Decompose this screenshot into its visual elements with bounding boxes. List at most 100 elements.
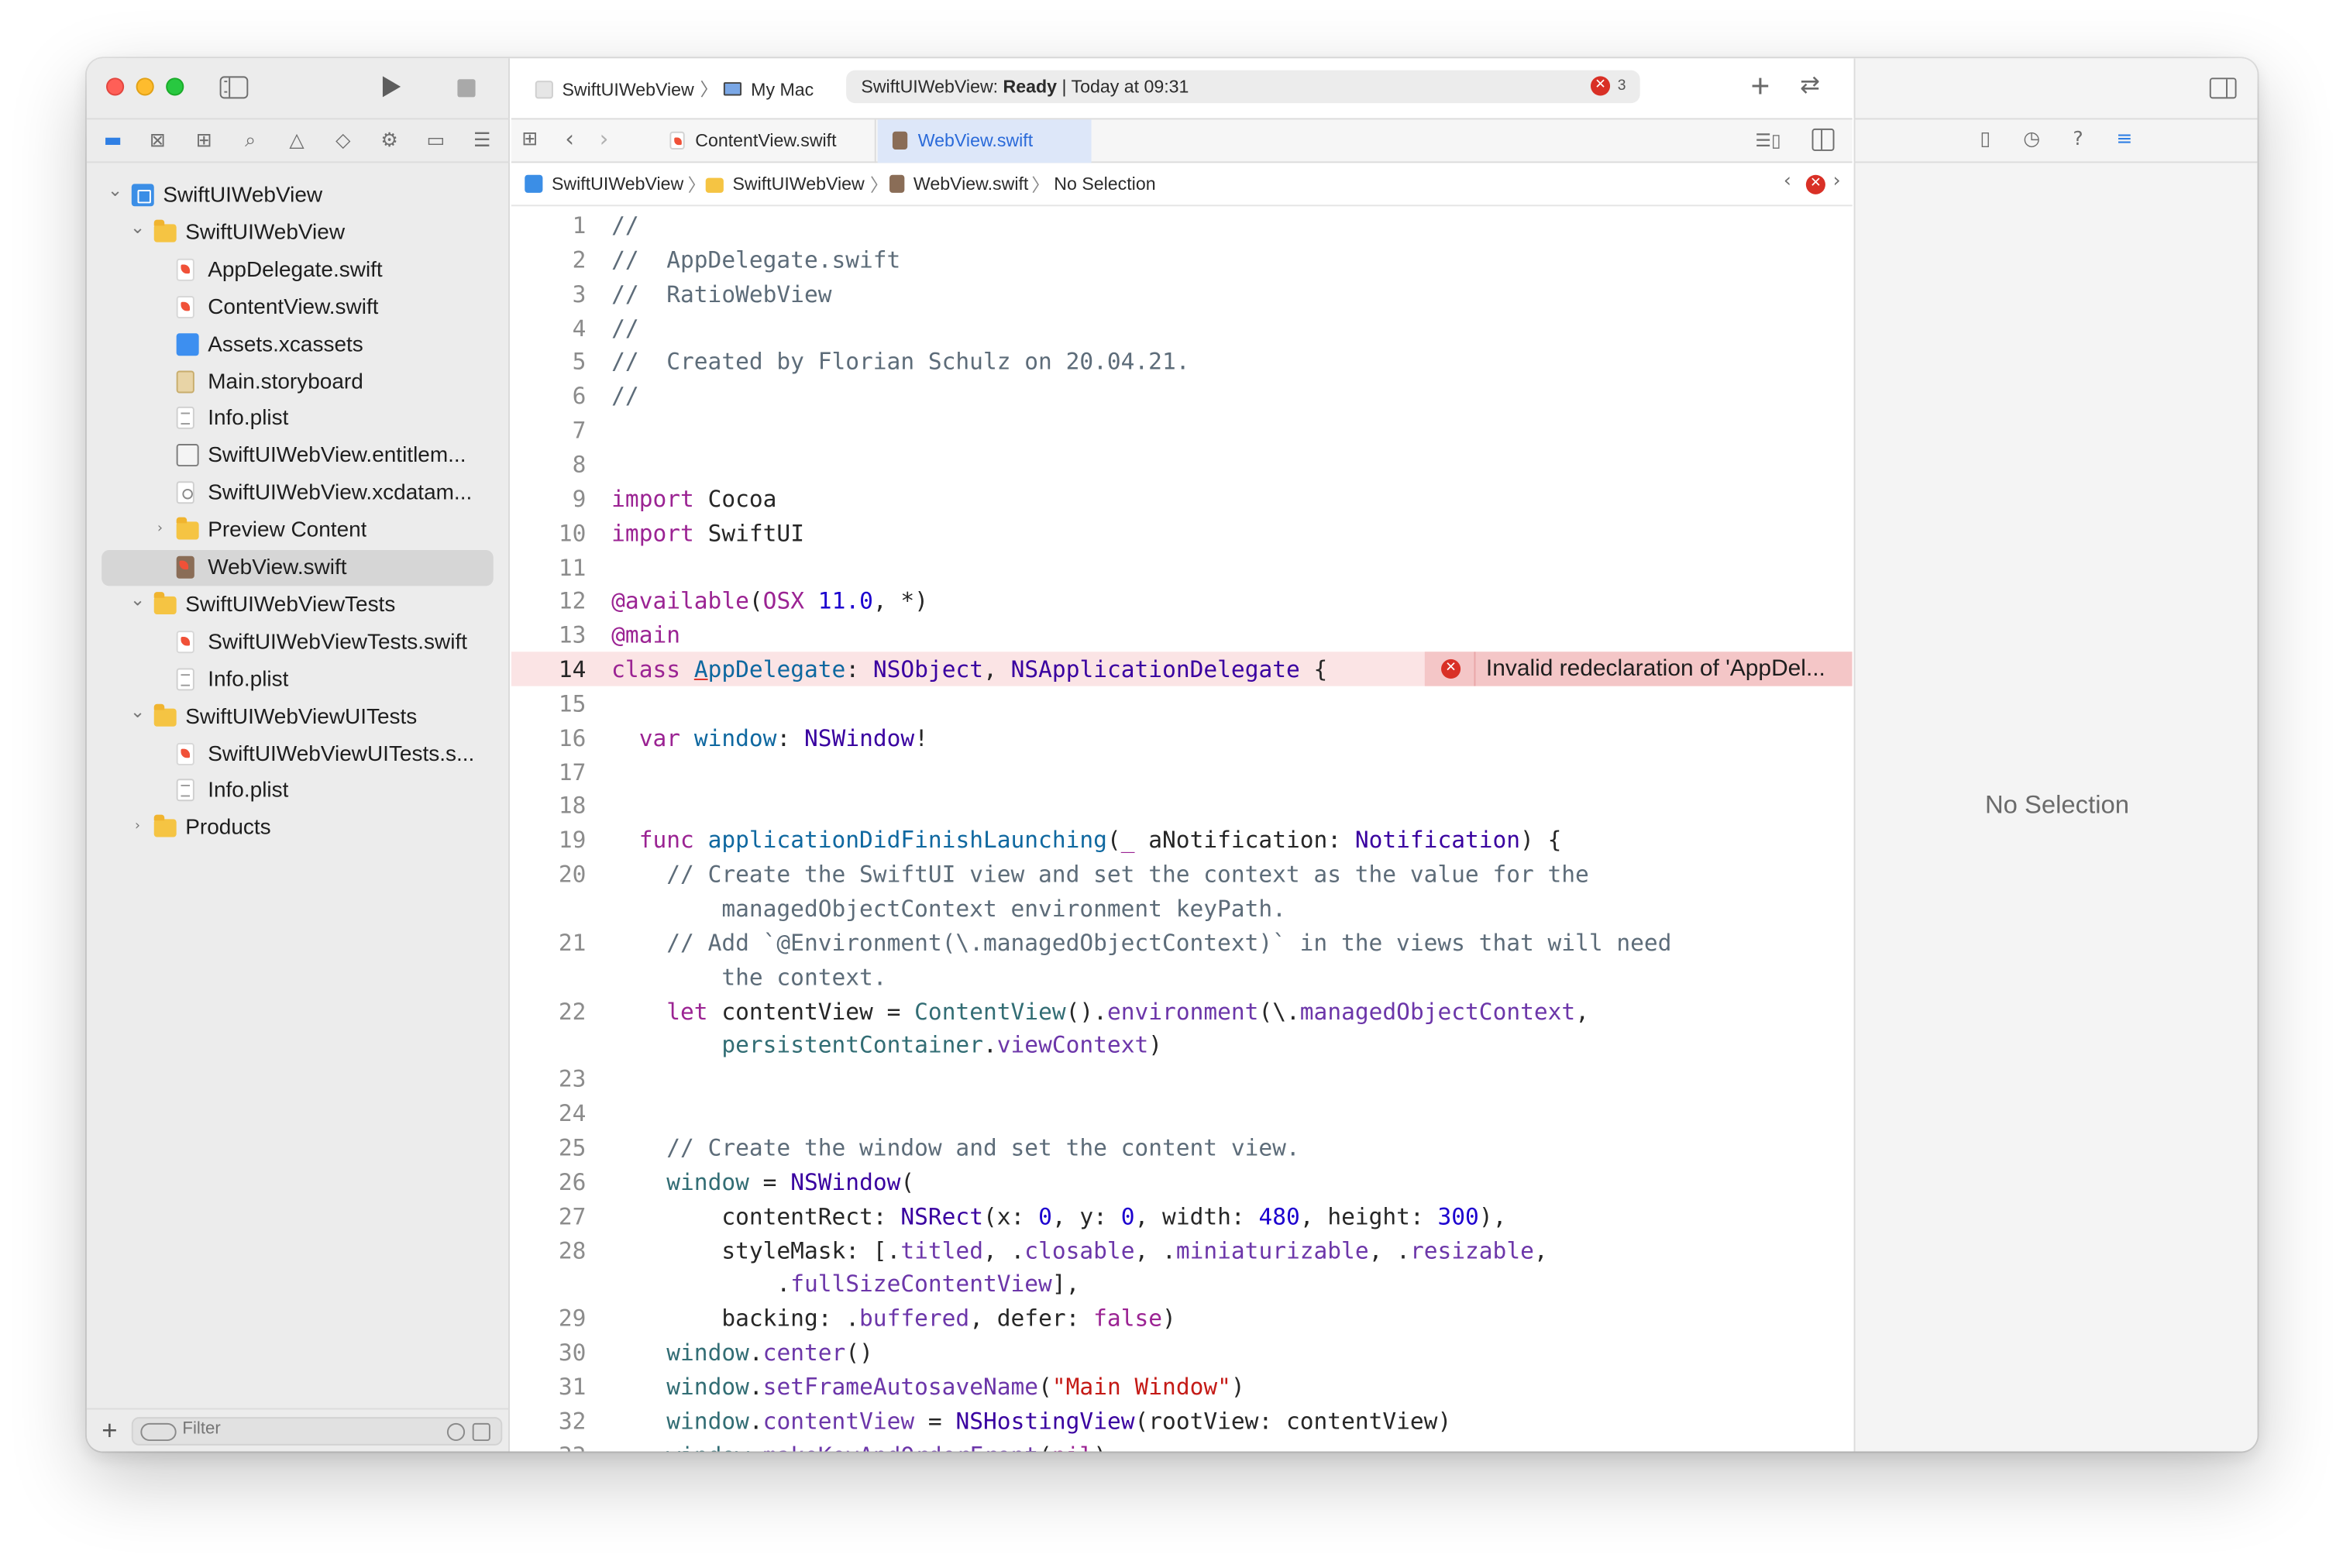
code-token: ppDelegate	[707, 656, 846, 683]
code-review-icon[interactable]: ⇄	[1800, 70, 1820, 99]
debug-icon[interactable]: ⚙	[377, 129, 402, 154]
scheme-selector[interactable]: SwiftUIWebView 〉 My Mac	[535, 76, 814, 101]
tree-item[interactable]: WebView.swift	[101, 550, 494, 586]
recent-files-icon[interactable]	[446, 1422, 466, 1442]
sidebar-toggle-icon[interactable]	[219, 76, 249, 99]
code-line: @main	[611, 619, 680, 653]
code-token: ()	[845, 1339, 873, 1367]
next-issue-icon[interactable]: ›	[1833, 170, 1841, 193]
code-token: .	[748, 1339, 763, 1367]
code-token: Notification	[1354, 827, 1521, 854]
file-inspector-icon[interactable]: ▯	[1973, 129, 1997, 153]
tree-item-label: SwiftUIWebViewTests.swift	[208, 630, 467, 655]
tab-webview[interactable]: WebView.swift	[877, 119, 1092, 163]
tree-item[interactable]: › Preview Content	[101, 513, 494, 548]
tab-contentview[interactable]: ContentView.swift	[655, 119, 876, 163]
previous-issue-icon[interactable]: ‹	[1784, 170, 1791, 193]
tree-item-label: Main.storyboard	[208, 370, 363, 394]
jump-bar-selection[interactable]: No Selection	[1054, 174, 1155, 196]
jump-bar-folder[interactable]: SwiftUIWebView	[705, 174, 865, 196]
navigate-forward-icon[interactable]: ›	[600, 126, 609, 153]
test-icon[interactable]: ◇	[330, 129, 356, 154]
chevron-right-icon[interactable]: ›	[153, 522, 167, 537]
minimize-window-button[interactable]	[136, 77, 154, 96]
library-button[interactable]: +	[1750, 67, 1770, 106]
source-editor[interactable]: 1 // 2 // AppDelegate.swift 3 // RatioWebView…	[511, 208, 1853, 1452]
tree-item[interactable]: SwiftUIWebView.xcdatam...	[101, 476, 494, 511]
data-model-icon	[176, 481, 194, 504]
jump-bar-project-label: SwiftUIWebView	[551, 173, 684, 194]
tree-item[interactable]: SwiftUIWebViewTests.swift	[101, 624, 494, 660]
close-window-button[interactable]	[105, 77, 125, 96]
code-token: managedObjectContext environment keyPath…	[611, 895, 1286, 923]
jump-bar-file[interactable]: WebView.swift	[889, 174, 1028, 196]
tree-item[interactable]: AppDelegate.swift	[101, 253, 494, 288]
zoom-window-button[interactable]	[166, 77, 184, 96]
chevron-down-icon[interactable]: ⌄	[108, 181, 122, 198]
folder-icon[interactable]: ▬	[100, 129, 126, 154]
tree-item[interactable]: Info.plist	[101, 401, 494, 437]
jump-bar-project[interactable]: SwiftUIWebView	[525, 174, 683, 196]
error-divider	[1474, 652, 1476, 686]
editor-options-icon[interactable]: ☰▯	[1755, 130, 1784, 151]
attributes-inspector-icon[interactable]: ≡	[2112, 129, 2136, 153]
history-inspector-icon[interactable]: ◷	[2020, 129, 2044, 153]
report-icon[interactable]: ☰	[470, 129, 495, 154]
chevron-down-icon[interactable]: ⌄	[130, 218, 145, 236]
code-line: import SwiftUI	[611, 517, 804, 551]
navigate-back-icon[interactable]: ‹	[565, 126, 574, 153]
inspector-selector-bar: ▯ ◷ ? ≡	[1855, 118, 2258, 163]
run-destination[interactable]: My Mac	[751, 79, 814, 100]
find-icon[interactable]: ⌕	[238, 129, 263, 154]
add-file-button[interactable]: +	[101, 1414, 117, 1446]
issue-icon[interactable]: △	[284, 129, 310, 154]
tree-item[interactable]: › Products	[101, 810, 494, 846]
symbol-icon[interactable]: ⊞	[191, 129, 217, 154]
folder-icon	[153, 815, 177, 838]
source-control-icon[interactable]: ⊠	[145, 129, 170, 154]
tree-item[interactable]: ⌄ SwiftUIWebViewTests	[101, 587, 494, 623]
chevron-right-icon[interactable]: ›	[130, 820, 145, 834]
tree-item[interactable]: ⌄ SwiftUIWebView	[101, 178, 494, 214]
error-icon[interactable]: ✕	[1590, 76, 1611, 96]
help-inspector-icon[interactable]: ?	[2066, 129, 2090, 153]
tree-item[interactable]: Main.storyboard	[101, 364, 494, 400]
line-number: 22	[558, 998, 587, 1025]
filter-input[interactable]	[182, 1420, 407, 1439]
tree-item-label: Info.plist	[208, 407, 289, 432]
chevron-down-icon[interactable]: ⌄	[130, 590, 145, 608]
run-button[interactable]	[382, 76, 401, 98]
related-items-icon[interactable]: ⊞	[521, 129, 544, 151]
inspector-toggle-icon[interactable]	[2209, 77, 2237, 99]
error-count[interactable]: 3	[1618, 70, 1626, 103]
filter-options-icon[interactable]	[140, 1422, 177, 1442]
tree-item[interactable]: Info.plist	[101, 662, 494, 697]
activity-viewer[interactable]: SwiftUIWebView: Ready | Today at 09:31 ✕…	[846, 70, 1640, 104]
code-line: window = NSWindow(	[611, 1166, 914, 1200]
error-icon[interactable]: ✕	[1805, 174, 1825, 194]
filter-field[interactable]	[131, 1417, 503, 1446]
tree-item[interactable]: ContentView.swift	[101, 290, 494, 325]
breakpoint-icon[interactable]: ▭	[423, 129, 449, 154]
source-control-filter-icon[interactable]	[472, 1422, 490, 1442]
add-editor-icon[interactable]	[1811, 128, 1835, 151]
code-line: // AppDelegate.swift	[611, 243, 900, 277]
tree-item[interactable]: ⌄ SwiftUIWebViewUITests	[101, 699, 494, 734]
tree-item[interactable]: SwiftUIWebViewUITests.s...	[101, 736, 494, 772]
code-token: )	[1093, 1442, 1107, 1451]
code-line: func applicationDidFinishLaunching(_ aNo…	[611, 824, 1562, 858]
stop-button[interactable]	[457, 79, 476, 98]
tree-item[interactable]: Assets.xcassets	[101, 327, 494, 363]
tree-item[interactable]: Info.plist	[101, 773, 494, 809]
chevron-down-icon[interactable]: ⌄	[130, 702, 145, 720]
error-annotation[interactable]: ✕ Invalid redeclaration of 'AppDel...	[1424, 652, 1853, 686]
code-token: closable	[1024, 1236, 1135, 1264]
line-number: 16	[558, 724, 587, 752]
scheme-name[interactable]: SwiftUIWebView	[562, 79, 693, 100]
tree-item[interactable]: ⌄ SwiftUIWebView	[101, 215, 494, 251]
tree-item[interactable]: SwiftUIWebView.entitlem...	[101, 438, 494, 474]
code-token: window	[666, 1339, 749, 1367]
